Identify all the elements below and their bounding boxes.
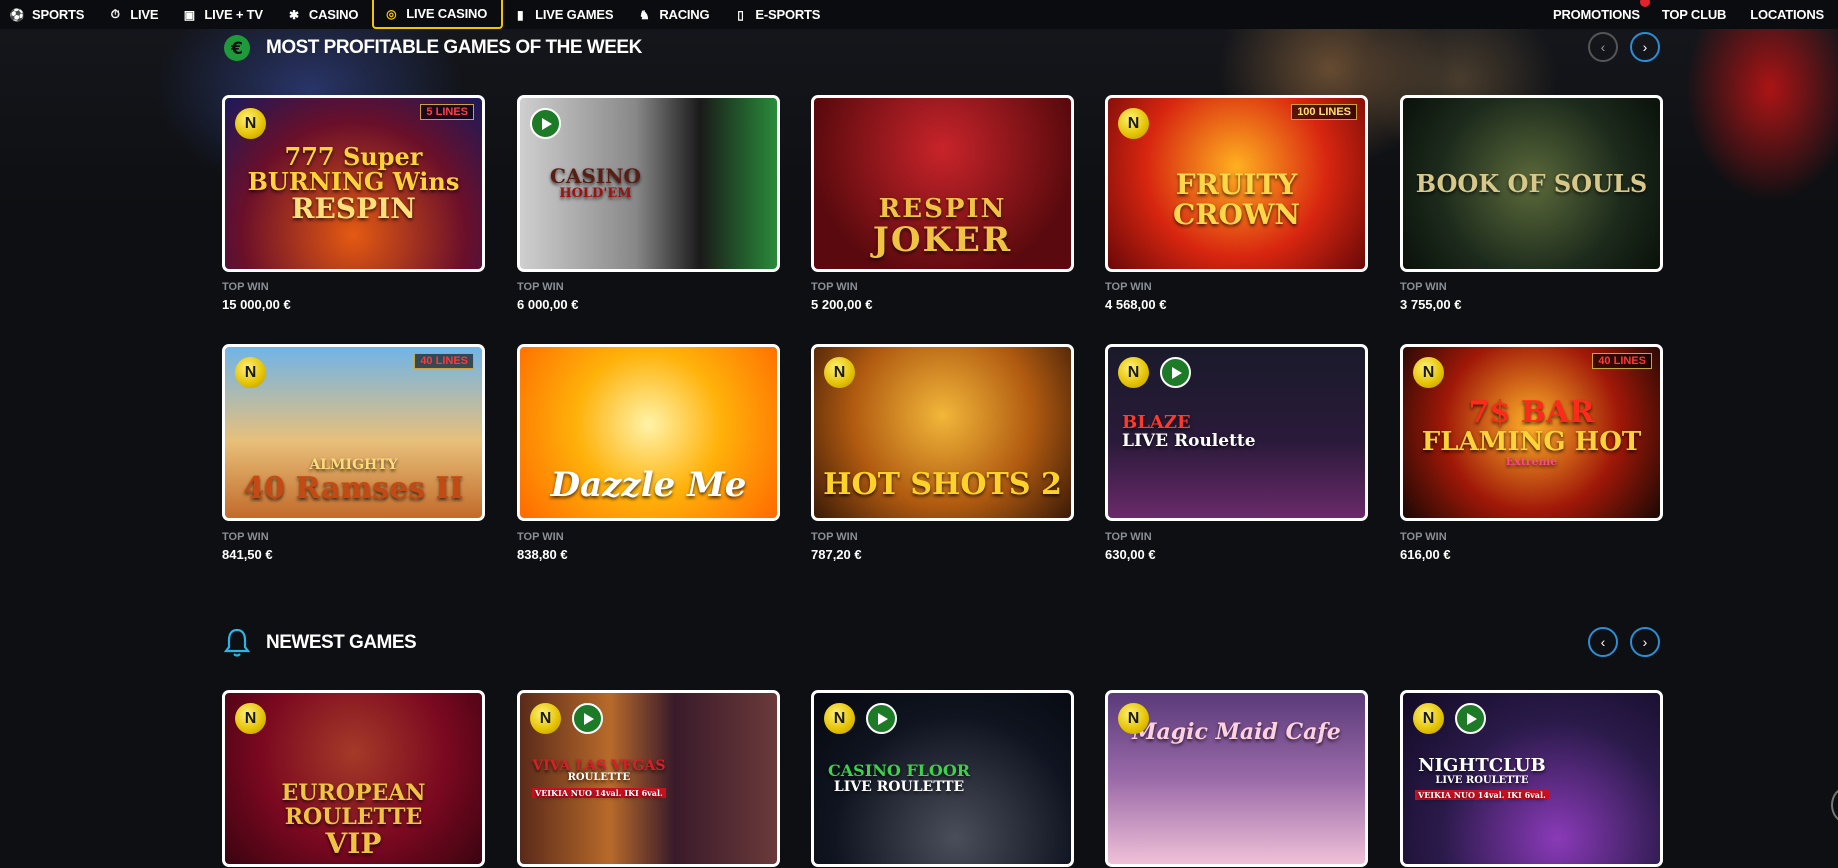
game-card[interactable]: VIVA LAS VEGAS ROULETTE VEIKIA NUO 14val. …: [517, 690, 780, 867]
top-win-value: 630,00 €: [1105, 547, 1156, 562]
new-badge: N: [1413, 357, 1444, 388]
live-chip-icon: ◎: [386, 6, 397, 21]
new-badge: N: [530, 703, 561, 734]
svg-text:€: €: [230, 39, 243, 59]
top-win-label: TOP WIN: [1400, 281, 1447, 293]
nav-casino[interactable]: ✱ CASINO: [277, 0, 372, 29]
top-win-label: TOP WIN: [1400, 531, 1447, 543]
lines-badge: 40 LINES: [414, 353, 474, 369]
top-win-value: 4 568,00 €: [1105, 297, 1167, 312]
top-win-label: TOP WIN: [517, 531, 564, 543]
carousel-prev-button[interactable]: ‹: [1588, 627, 1618, 657]
section-header-profitable: € MOST PROFITABLE GAMES OF THE WEEK: [222, 33, 642, 63]
section-title: NEWEST GAMES: [266, 632, 417, 653]
game-card[interactable]: NIGHTCLUB LIVE ROULETTE VEIKIA NUO 14val. …: [1400, 690, 1663, 867]
new-badge: N: [824, 357, 855, 388]
chip-icon: ✱: [288, 7, 299, 22]
game-card[interactable]: ALMIGHTY 40 Ramses II N 40 LINES: [222, 344, 485, 521]
top-win-label: TOP WIN: [1105, 281, 1152, 293]
new-badge: N: [235, 703, 266, 734]
nav-racing[interactable]: ♞ RACING: [627, 0, 723, 29]
game-card[interactable]: Dazzle Me: [517, 344, 780, 521]
game-card[interactable]: BLAZE LIVE Roulette N: [1105, 344, 1368, 521]
cards-icon: ▮: [516, 7, 524, 22]
carousel-next-button[interactable]: ›: [1630, 627, 1660, 657]
new-badge: N: [1413, 703, 1444, 734]
nav-locations[interactable]: LOCATIONS: [1740, 0, 1838, 29]
new-badge: N: [1118, 108, 1149, 139]
live-play-icon: [1160, 357, 1191, 388]
game-card[interactable]: FRUITY CROWN N 100 LINES: [1105, 95, 1368, 272]
top-win-label: TOP WIN: [222, 281, 269, 293]
new-badge: N: [235, 108, 266, 139]
nav-top-club[interactable]: TOP CLUB: [1652, 0, 1740, 29]
side-scroll-button[interactable]: [1831, 787, 1838, 823]
top-win-label: TOP WIN: [517, 281, 564, 293]
top-win-value: 5 200,00 €: [811, 297, 873, 312]
top-win-value: 616,00 €: [1400, 547, 1451, 562]
notification-dot: [1639, 0, 1650, 7]
game-card[interactable]: 777 Super BURNING Wins RESPIN N 5 LINES: [222, 95, 485, 272]
nav-esports[interactable]: ▯ E-SPORTS: [723, 0, 834, 29]
lines-badge: 5 LINES: [420, 104, 474, 120]
horse-icon: ♞: [639, 7, 650, 22]
new-badge: N: [824, 703, 855, 734]
nav-live-games[interactable]: ▮ LIVE GAMES: [503, 0, 627, 29]
game-card[interactable]: CASINO FLOOR LIVE ROULETTE N: [811, 690, 1074, 867]
top-win-value: 787,20 €: [811, 547, 862, 562]
nav-live-tv[interactable]: ▣ LIVE + TV: [172, 0, 277, 29]
game-card[interactable]: BOOK OF SOULS: [1400, 95, 1663, 272]
top-win-label: TOP WIN: [811, 531, 858, 543]
game-card[interactable]: EUROPEAN ROULETTE VIP N: [222, 690, 485, 867]
live-play-icon: [572, 703, 603, 734]
new-badge: N: [1118, 357, 1149, 388]
tv-icon: ▣: [183, 7, 195, 22]
game-card[interactable]: Magic Maid Cafe N: [1105, 690, 1368, 867]
live-play-icon: [866, 703, 897, 734]
carousel-prev-button[interactable]: ‹: [1588, 32, 1618, 62]
euro-icon: €: [224, 35, 250, 61]
nav-live[interactable]: ⏱ LIVE: [98, 0, 172, 29]
nav-promotions[interactable]: PROMOTIONS: [1543, 0, 1652, 29]
game-card[interactable]: HOT SHOTS 2 N: [811, 344, 1074, 521]
new-badge: N: [235, 357, 266, 388]
top-win-label: TOP WIN: [222, 531, 269, 543]
bell-icon: [223, 628, 251, 657]
game-card[interactable]: RESPIN JOKER: [811, 95, 1074, 272]
game-card[interactable]: 7$ BAR FLAMING HOT Extreme N 40 LINES: [1400, 344, 1663, 521]
gamepad-icon: ▯: [737, 7, 744, 22]
live-play-icon: [1455, 703, 1486, 734]
top-win-label: TOP WIN: [1105, 531, 1152, 543]
new-badge: N: [1118, 703, 1149, 734]
nav-live-casino[interactable]: ◎ LIVE CASINO: [372, 0, 504, 29]
top-win-value: 841,50 €: [222, 547, 273, 562]
game-card[interactable]: CASINO HOLD'EM: [517, 95, 780, 272]
live-play-icon: [530, 108, 561, 139]
section-title: MOST PROFITABLE GAMES OF THE WEEK: [266, 37, 642, 58]
top-win-value: 6 000,00 €: [517, 297, 579, 312]
top-win-value: 838,80 €: [517, 547, 568, 562]
lines-badge: 100 LINES: [1291, 104, 1357, 120]
top-navigation: ⚽ SPORTS ⏱ LIVE ▣ LIVE + TV ✱ CASINO ◎ LIVE C…: [0, 0, 1838, 29]
soccer-ball-icon: ⚽: [9, 7, 25, 22]
lines-badge: 40 LINES: [1592, 353, 1652, 369]
top-win-value: 3 755,00 €: [1400, 297, 1462, 312]
nav-sports[interactable]: ⚽ SPORTS: [0, 0, 98, 29]
carousel-next-button[interactable]: ›: [1630, 32, 1660, 62]
section-header-newest: NEWEST GAMES: [222, 627, 417, 659]
stopwatch-icon: ⏱: [110, 7, 120, 21]
top-win-value: 15 000,00 €: [222, 297, 291, 312]
top-win-label: TOP WIN: [811, 281, 858, 293]
